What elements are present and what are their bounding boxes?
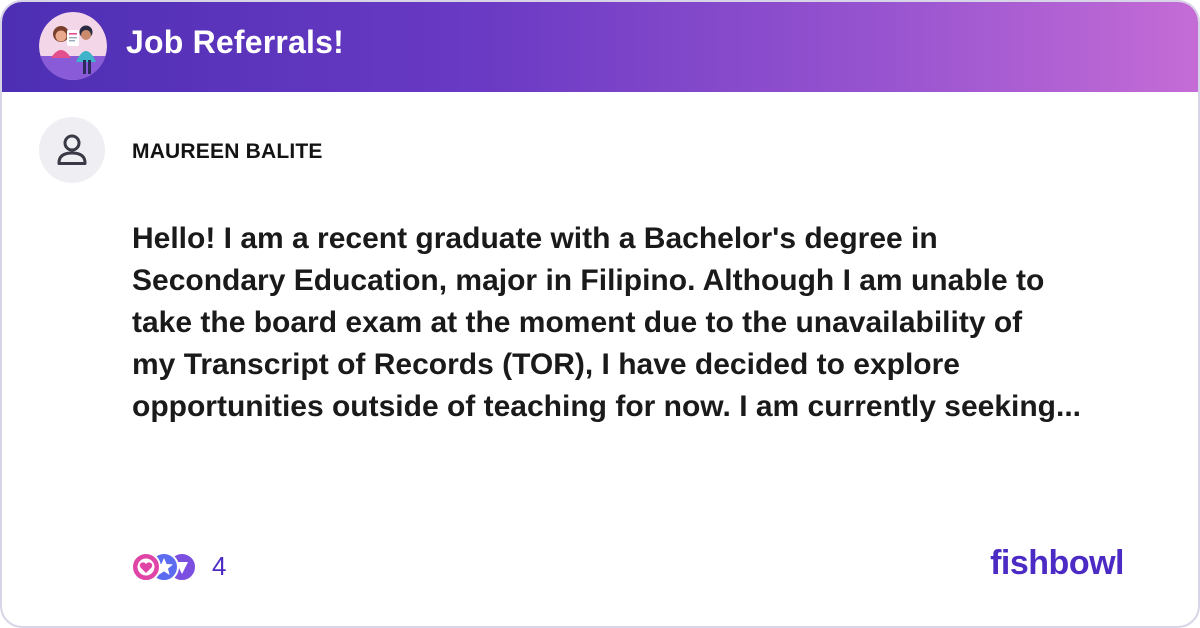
fishbowl-logo[interactable]: fishbowl: [990, 544, 1124, 583]
bowl-title[interactable]: Job Referrals!: [126, 24, 344, 61]
author-name[interactable]: MAUREEN BALITE: [132, 140, 323, 164]
post-card[interactable]: Job Referrals! MAUREEN BALITE Hello! I a…: [0, 0, 1200, 628]
heart-reaction-icon: [131, 552, 161, 582]
author-avatar[interactable]: [39, 117, 105, 183]
reaction-count[interactable]: 4: [212, 551, 226, 582]
reaction-icons[interactable]: [130, 548, 200, 586]
post-text[interactable]: Hello! I am a recent graduate with a Bac…: [132, 218, 1172, 428]
bowl-illustration-icon[interactable]: [39, 12, 107, 80]
bowl-header: Job Referrals!: [2, 2, 1198, 92]
user-icon: [57, 134, 87, 165]
